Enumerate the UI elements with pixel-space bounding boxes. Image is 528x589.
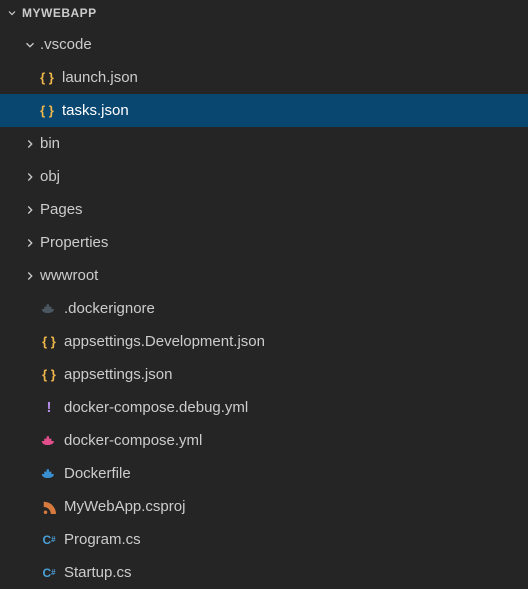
folder-label: Properties: [40, 234, 108, 251]
chevron-right-icon: [22, 269, 38, 283]
file-label: MyWebApp.csproj: [64, 498, 185, 515]
section-title: MYWEBAPP: [22, 6, 97, 20]
chevron-down-icon: [6, 7, 18, 19]
yaml-icon: !: [40, 399, 58, 416]
file-label: Startup.cs: [64, 564, 132, 581]
file-label: Program.cs: [64, 531, 141, 548]
xml-icon: [40, 500, 58, 514]
file-startup-cs[interactable]: C# Startup.cs: [0, 556, 528, 589]
file-csproj[interactable]: MyWebApp.csproj: [0, 490, 528, 523]
file-label: appsettings.json: [64, 366, 172, 383]
json-icon: { }: [40, 367, 58, 382]
file-label: Dockerfile: [64, 465, 131, 482]
json-icon: { }: [40, 334, 58, 349]
file-program-cs[interactable]: C# Program.cs: [0, 523, 528, 556]
folder-label: obj: [40, 168, 60, 185]
docker-compose-icon: [40, 435, 58, 447]
chevron-right-icon: [22, 170, 38, 184]
chevron-right-icon: [22, 137, 38, 151]
file-compose-debug[interactable]: ! docker-compose.debug.yml: [0, 391, 528, 424]
folder-pages[interactable]: Pages: [0, 193, 528, 226]
file-appsettings-dev[interactable]: { } appsettings.Development.json: [0, 325, 528, 358]
file-tree: .vscode { } launch.json { } tasks.json b…: [0, 26, 528, 589]
file-label: docker-compose.debug.yml: [64, 399, 248, 416]
file-label: docker-compose.yml: [64, 432, 202, 449]
folder-label: .vscode: [40, 36, 92, 53]
folder-label: bin: [40, 135, 60, 152]
folder-wwwroot[interactable]: wwwroot: [0, 259, 528, 292]
file-dockerfile[interactable]: Dockerfile: [0, 457, 528, 490]
chevron-right-icon: [22, 236, 38, 250]
folder-obj[interactable]: obj: [0, 160, 528, 193]
json-icon: { }: [38, 70, 56, 85]
folder-properties[interactable]: Properties: [0, 226, 528, 259]
folder-label: wwwroot: [40, 267, 98, 284]
folder-bin[interactable]: bin: [0, 127, 528, 160]
csharp-icon: C#: [40, 533, 58, 547]
csharp-icon: C#: [40, 566, 58, 580]
file-label: tasks.json: [62, 102, 129, 119]
file-label: .dockerignore: [64, 300, 155, 317]
chevron-right-icon: [22, 203, 38, 217]
folder-vscode[interactable]: .vscode: [0, 28, 528, 61]
file-appsettings[interactable]: { } appsettings.json: [0, 358, 528, 391]
chevron-down-icon: [22, 38, 38, 52]
folder-label: Pages: [40, 201, 83, 218]
file-label: launch.json: [62, 69, 138, 86]
explorer-section-header[interactable]: MYWEBAPP: [0, 0, 528, 26]
file-dockerignore[interactable]: .dockerignore: [0, 292, 528, 325]
file-launch-json[interactable]: { } launch.json: [0, 61, 528, 94]
file-tasks-json[interactable]: { } tasks.json: [0, 94, 528, 127]
file-compose[interactable]: docker-compose.yml: [0, 424, 528, 457]
file-label: appsettings.Development.json: [64, 333, 265, 350]
json-icon: { }: [38, 103, 56, 118]
docker-icon: [40, 303, 58, 315]
docker-icon: [40, 468, 58, 480]
